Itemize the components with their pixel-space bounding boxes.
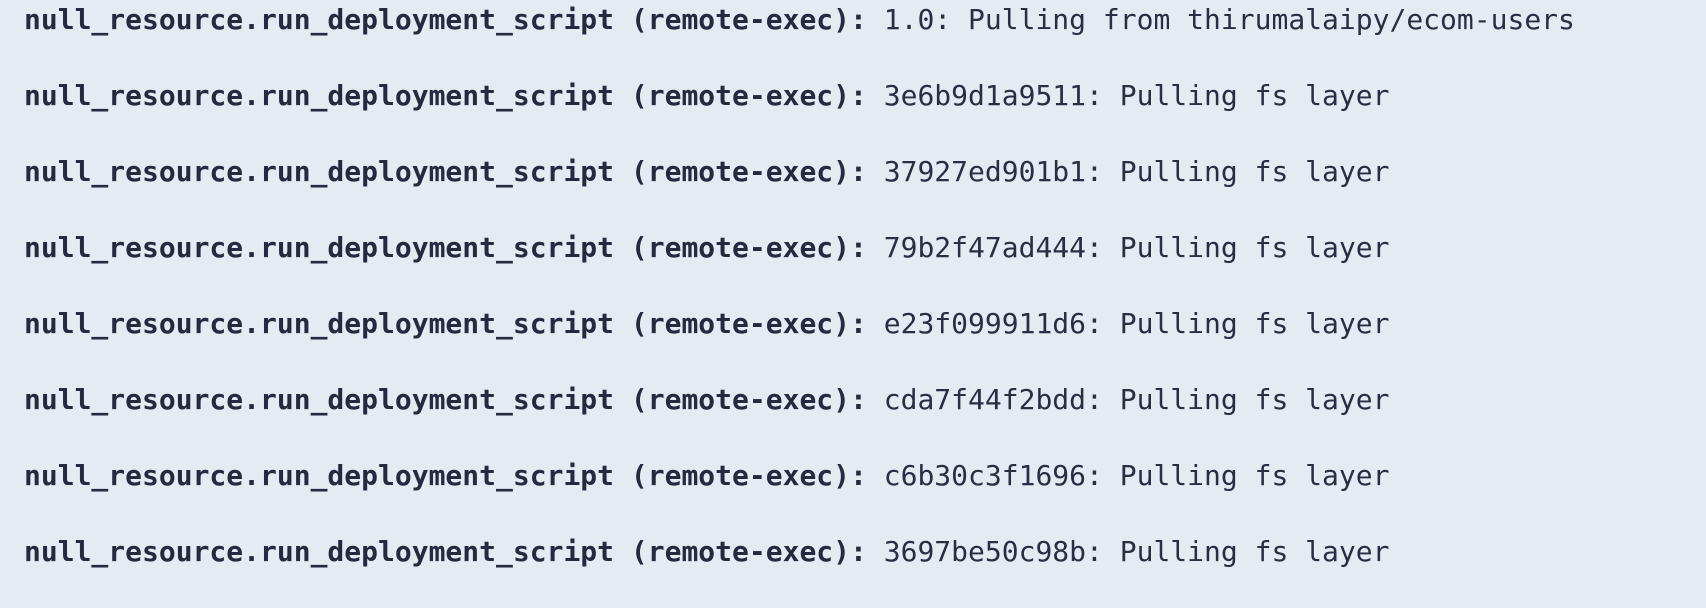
log-message: 3e6b9d1a9511: Pulling fs layer: [883, 79, 1390, 112]
log-message: 3697be50c98b: Pulling fs layer: [883, 535, 1390, 568]
log-resource: null_resource.run_deployment_script (rem…: [24, 231, 867, 264]
log-resource: null_resource.run_deployment_script (rem…: [24, 307, 867, 340]
log-resource: null_resource.run_deployment_script (rem…: [24, 155, 867, 188]
log-line: null_resource.run_deployment_script (rem…: [24, 532, 1706, 608]
log-resource: null_resource.run_deployment_script (rem…: [24, 79, 867, 112]
log-message: 37927ed901b1: Pulling fs layer: [883, 155, 1390, 188]
log-line: null_resource.run_deployment_script (rem…: [24, 0, 1706, 76]
log-resource: null_resource.run_deployment_script (rem…: [24, 3, 867, 36]
log-line: null_resource.run_deployment_script (rem…: [24, 228, 1706, 304]
log-message: cda7f44f2bdd: Pulling fs layer: [883, 383, 1390, 416]
log-message: c6b30c3f1696: Pulling fs layer: [883, 459, 1390, 492]
log-message: 1.0: Pulling from thirumalaipy/ecom-user…: [883, 3, 1575, 36]
log-line: null_resource.run_deployment_script (rem…: [24, 380, 1706, 456]
log-resource: null_resource.run_deployment_script (rem…: [24, 383, 867, 416]
log-message: e23f099911d6: Pulling fs layer: [883, 307, 1390, 340]
log-resource: null_resource.run_deployment_script (rem…: [24, 535, 867, 568]
log-line: null_resource.run_deployment_script (rem…: [24, 76, 1706, 152]
log-resource: null_resource.run_deployment_script (rem…: [24, 459, 867, 492]
log-message: 79b2f47ad444: Pulling fs layer: [883, 231, 1390, 264]
log-line: null_resource.run_deployment_script (rem…: [24, 456, 1706, 532]
terminal-output: null_resource.run_deployment_script (rem…: [0, 0, 1706, 592]
log-line: null_resource.run_deployment_script (rem…: [24, 304, 1706, 380]
log-line: null_resource.run_deployment_script (rem…: [24, 152, 1706, 228]
